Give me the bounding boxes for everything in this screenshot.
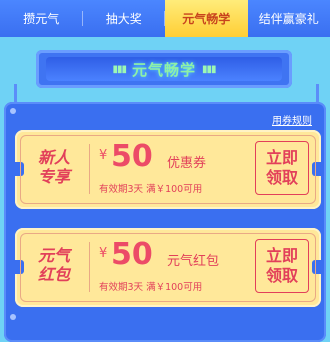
coupon-type: 元气红包: [167, 250, 219, 269]
claim-button[interactable]: 立即领取: [255, 141, 309, 195]
coupon-badge: 元气红包: [27, 246, 81, 284]
tab-partner-rewards[interactable]: 结伴赢豪礼: [248, 0, 330, 37]
tab-energy-study[interactable]: 元气畅学: [165, 0, 248, 37]
coupon-condition: 有效期3天 满￥100可用: [99, 181, 202, 195]
tab-collect-energy[interactable]: 攒元气: [0, 0, 83, 37]
section-title-plate: ▮▮▮ 元气畅学 ▮▮▮: [36, 50, 292, 88]
tab-lucky-draw[interactable]: 抽大奖: [83, 0, 166, 37]
coupon-rules-link[interactable]: 用券规则: [272, 112, 312, 127]
panel-rivet: [10, 314, 16, 320]
coupon-card: 元气红包 ¥ 50 元气红包 有效期3天 满￥100可用 立即领取: [15, 228, 321, 307]
coupon-amount: 50: [111, 237, 153, 272]
currency-symbol: ¥: [99, 246, 107, 261]
coupon-badge: 新人专享: [27, 148, 81, 186]
title-dashes-left: ▮▮▮: [112, 64, 126, 75]
tab-label: 抽大奖: [106, 10, 142, 27]
currency-symbol: ¥: [99, 148, 107, 163]
coupon-amount: 50: [111, 139, 153, 174]
tab-label: 结伴赢豪礼: [259, 10, 319, 27]
tab-label: 攒元气: [23, 10, 59, 27]
coupon-card: 新人专享 ¥ 50 优惠券 有效期3天 满￥100可用 立即领取: [15, 130, 321, 209]
section-title: 元气畅学: [132, 59, 196, 80]
coupon-condition: 有效期3天 满￥100可用: [99, 279, 202, 293]
title-dashes-right: ▮▮▮: [202, 64, 216, 75]
tab-label: 元气畅学: [182, 10, 230, 27]
coupon-panel: 用券规则 新人专享 ¥ 50 优惠券 有效期3天 满￥100可用 立即领取 元气…: [4, 102, 326, 342]
panel-rivet: [10, 108, 16, 114]
coupon-type: 优惠券: [167, 152, 206, 171]
tab-bar: 攒元气 抽大奖 元气畅学 结伴赢豪礼: [0, 0, 330, 37]
claim-button[interactable]: 立即领取: [255, 239, 309, 293]
